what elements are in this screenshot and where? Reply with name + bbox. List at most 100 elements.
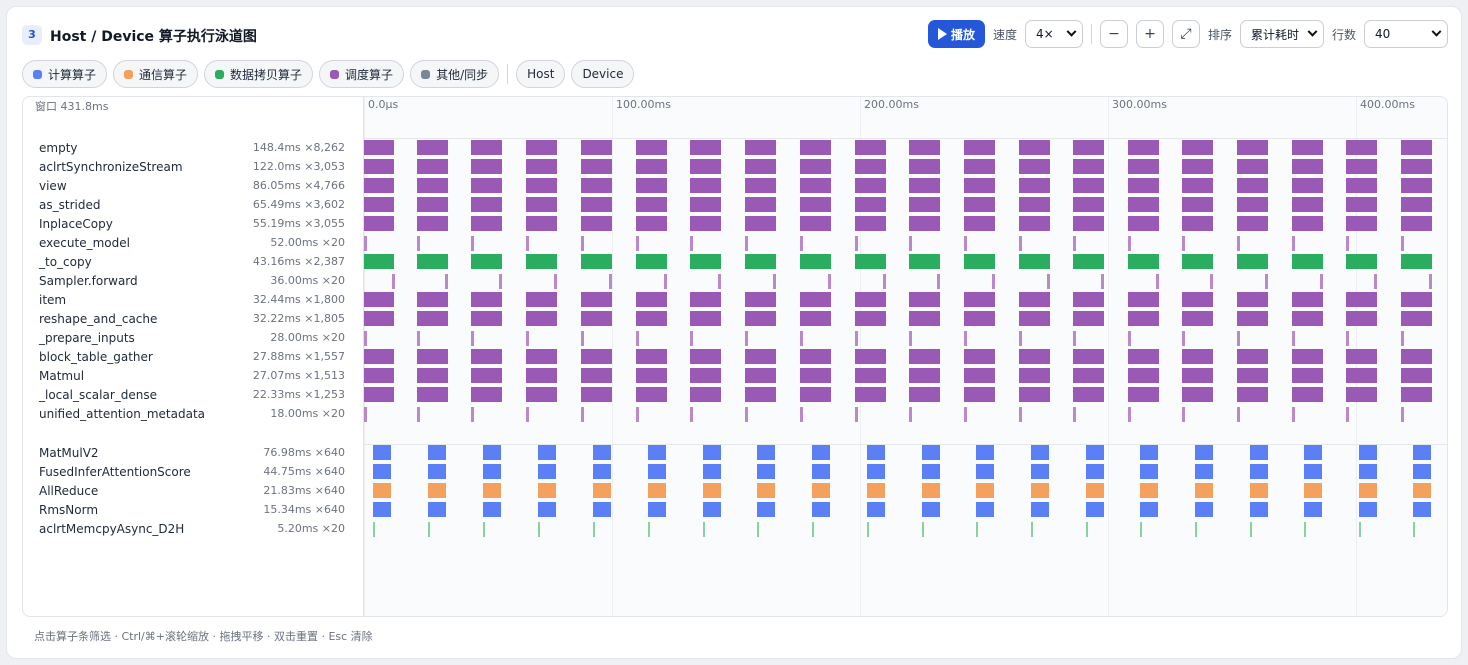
op-bar[interactable] [1128, 368, 1159, 383]
op-bar[interactable] [581, 236, 584, 251]
op-bar[interactable] [1237, 331, 1240, 346]
op-bar[interactable] [428, 464, 446, 479]
op-bar[interactable] [1086, 522, 1088, 537]
op-bar[interactable] [1031, 522, 1033, 537]
op-bar[interactable] [800, 331, 803, 346]
op-bar[interactable] [636, 311, 667, 326]
op-bar[interactable] [581, 216, 612, 231]
op-bar[interactable] [1140, 445, 1158, 460]
op-bar[interactable] [992, 274, 995, 289]
op-bar[interactable] [1019, 331, 1022, 346]
op-bar[interactable] [593, 522, 595, 537]
op-bar[interactable] [800, 178, 831, 193]
op-bar[interactable] [483, 502, 501, 517]
op-bar[interactable] [417, 349, 448, 364]
op-bar[interactable] [1292, 197, 1323, 212]
op-bar[interactable] [1031, 483, 1049, 498]
op-bar[interactable] [1292, 236, 1295, 251]
op-bar[interactable] [648, 483, 666, 498]
op-bar[interactable] [690, 140, 721, 155]
op-bar[interactable] [1359, 483, 1377, 498]
op-bar[interactable] [1128, 349, 1159, 364]
op-bar[interactable] [526, 387, 557, 402]
op-bar[interactable] [964, 178, 995, 193]
op-bar[interactable] [757, 464, 775, 479]
op-bar[interactable] [800, 368, 831, 383]
op-bar[interactable] [976, 522, 978, 537]
op-bar[interactable] [636, 159, 667, 174]
op-bar[interactable] [1346, 349, 1377, 364]
op-bar[interactable] [1237, 140, 1268, 155]
op-bar[interactable] [1073, 236, 1076, 251]
op-bar[interactable] [526, 407, 529, 422]
op-bar[interactable] [1237, 197, 1268, 212]
op-bar[interactable] [745, 236, 748, 251]
op-bar[interactable] [499, 274, 502, 289]
op-bar[interactable] [581, 368, 612, 383]
op-bar[interactable] [922, 502, 940, 517]
op-bar[interactable] [526, 331, 529, 346]
op-bar[interactable] [471, 407, 474, 422]
op-bar[interactable] [483, 464, 501, 479]
op-bar[interactable] [1237, 368, 1268, 383]
op-bar[interactable] [1019, 368, 1050, 383]
op-bar[interactable] [1073, 159, 1104, 174]
op-bar[interactable] [690, 159, 721, 174]
op-bar[interactable] [964, 197, 995, 212]
op-bar[interactable] [976, 464, 994, 479]
op-bar[interactable] [1128, 159, 1159, 174]
op-bar[interactable] [1195, 464, 1213, 479]
op-bar[interactable] [636, 407, 639, 422]
op-bar[interactable] [855, 292, 886, 307]
op-bar[interactable] [690, 216, 721, 231]
op-bar[interactable] [800, 197, 831, 212]
op-bar[interactable] [471, 368, 502, 383]
swimlane-timeline[interactable]: 窗口 431.8ms 0.0μs 100.00ms 200.00ms 300.00ms… [22, 96, 1448, 617]
op-bar[interactable] [417, 197, 448, 212]
op-bar[interactable] [471, 254, 502, 269]
op-bar[interactable] [1019, 159, 1050, 174]
op-bar[interactable] [1250, 522, 1252, 537]
op-bar[interactable] [1128, 407, 1131, 422]
op-bar[interactable] [964, 254, 995, 269]
op-bar[interactable] [745, 311, 776, 326]
op-bar[interactable] [1128, 387, 1159, 402]
op-bar[interactable] [690, 368, 721, 383]
op-bar[interactable] [636, 197, 667, 212]
op-bar[interactable] [364, 368, 394, 383]
op-bar[interactable] [1182, 236, 1185, 251]
op-bar[interactable] [1304, 522, 1306, 537]
op-bar[interactable] [1031, 464, 1049, 479]
op-bar[interactable] [703, 483, 721, 498]
op-bar[interactable] [690, 236, 693, 251]
op-bar[interactable] [1413, 522, 1415, 537]
op-bar[interactable] [1237, 387, 1268, 402]
op-bar[interactable] [1073, 368, 1104, 383]
op-bar[interactable] [526, 216, 557, 231]
op-bar[interactable] [1182, 254, 1213, 269]
op-bar[interactable] [428, 522, 430, 537]
op-bar[interactable] [1195, 522, 1197, 537]
op-bar[interactable] [1237, 178, 1268, 193]
op-bar[interactable] [1346, 159, 1377, 174]
op-bar[interactable] [1073, 254, 1104, 269]
op-bar[interactable] [909, 197, 940, 212]
op-bar[interactable] [964, 349, 995, 364]
filter-compute[interactable]: 计算算子 [22, 60, 108, 88]
op-bar[interactable] [1304, 483, 1322, 498]
op-bar[interactable] [538, 445, 556, 460]
op-bar[interactable] [1128, 311, 1159, 326]
op-bar[interactable] [1182, 311, 1213, 326]
op-bar[interactable] [1250, 502, 1268, 517]
op-bar[interactable] [1401, 368, 1432, 383]
op-bar[interactable] [364, 407, 367, 422]
op-bar[interactable] [1346, 311, 1377, 326]
op-bar[interactable] [964, 159, 995, 174]
op-bar[interactable] [1237, 254, 1268, 269]
op-bar[interactable] [867, 522, 869, 537]
op-bar[interactable] [1359, 522, 1361, 537]
op-bar[interactable] [1292, 254, 1323, 269]
op-bar[interactable] [909, 407, 912, 422]
op-bar[interactable] [417, 311, 448, 326]
op-bar[interactable] [1128, 292, 1159, 307]
